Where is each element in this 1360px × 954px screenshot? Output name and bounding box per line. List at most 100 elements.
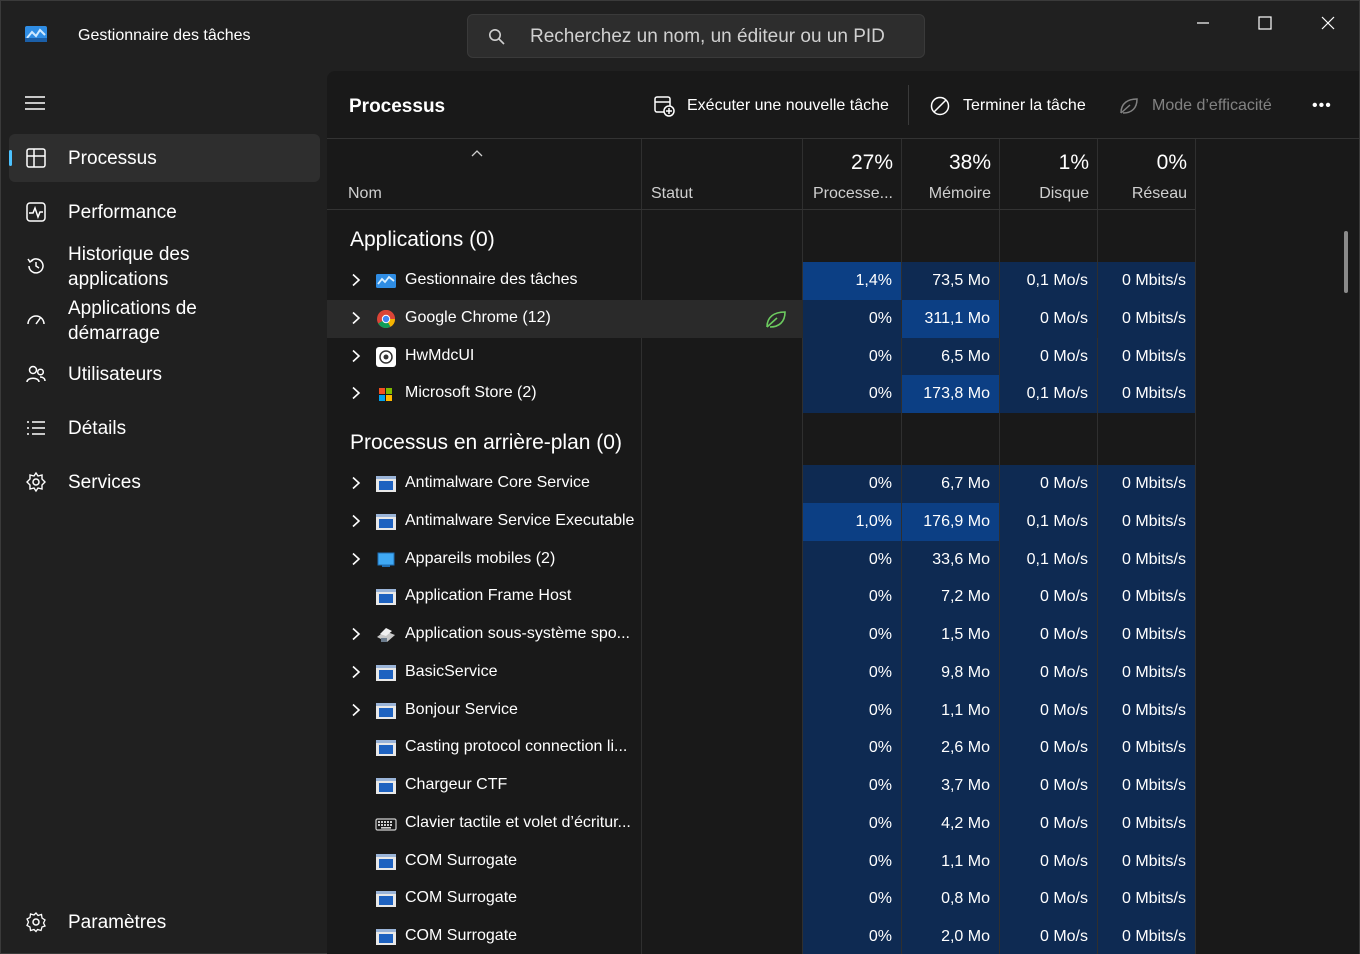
end-task-label: Terminer la tâche xyxy=(963,97,1086,114)
disk-value: 0,1 Mo/s xyxy=(1000,262,1097,300)
process-name: Appareils mobiles (2) xyxy=(405,549,556,567)
process-row[interactable]: COM Surrogate 0% 2,0 Mo 0 Mo/s 0 Mbits/s xyxy=(327,918,1195,954)
minimize-icon xyxy=(1197,22,1209,24)
process-row[interactable]: HwMdcUI 0% 6,5 Mo 0 Mo/s 0 Mbits/s xyxy=(327,337,1195,376)
chevron-right-icon[interactable] xyxy=(349,627,363,641)
process-row[interactable]: Antimalware Service Executable 1,0% 176,9 … xyxy=(327,502,1195,541)
cpu-value: 1,0% xyxy=(803,502,901,541)
hwmdc-icon xyxy=(375,346,397,367)
chevron-right-icon[interactable] xyxy=(349,386,363,400)
service-window-icon xyxy=(375,512,397,532)
sidebar-item-label: Processus xyxy=(68,148,157,169)
more-options-button[interactable]: ••• xyxy=(1312,91,1332,121)
process-row[interactable]: Google Chrome (12) 0% 311,1 Mo 0 Mo/s 0 Mbit… xyxy=(327,299,1195,338)
chevron-right-icon[interactable] xyxy=(349,703,363,717)
process-name: Clavier tactile et volet d’écritur... xyxy=(405,813,631,831)
sidebar-item-historique[interactable]: Historique des applications xyxy=(9,242,320,290)
sidebar-item-services[interactable]: Services xyxy=(9,458,320,506)
task-manager-app-icon xyxy=(25,26,47,42)
network-value: 0 Mbits/s xyxy=(1098,337,1195,376)
sidebar-item-label: Détails xyxy=(68,418,127,439)
hamburger-icon xyxy=(25,96,45,110)
process-row[interactable]: Bonjour Service 0% 1,1 Mo 0 Mo/s 0 Mbits/s xyxy=(327,691,1195,730)
column-header-disk[interactable]: 1% Disque xyxy=(1000,139,1097,210)
process-row[interactable]: Application Frame Host 0% 7,2 Mo 0 Mo/s 0 Mb… xyxy=(327,578,1195,617)
process-row[interactable]: Chargeur CTF 0% 3,7 Mo 0 Mo/s 0 Mbits/s xyxy=(327,767,1195,805)
process-row[interactable]: Casting protocol connection li... 0% 2,6 M… xyxy=(327,729,1195,768)
printer-icon xyxy=(375,625,397,645)
efficiency-mode-button[interactable]: Mode d’efficacité xyxy=(1118,91,1272,121)
network-value: 0 Mbits/s xyxy=(1098,691,1195,730)
sidebar-item-utilisateurs[interactable]: Utilisateurs xyxy=(9,350,320,398)
sidebar-item-performance[interactable]: Performance xyxy=(9,188,320,236)
network-value: 0 Mbits/s xyxy=(1098,880,1195,919)
process-name: COM Surrogate xyxy=(405,927,518,944)
sort-ascending-icon xyxy=(471,150,483,157)
column-header-cpu[interactable]: 27% Processe... xyxy=(803,139,901,210)
sidebar-item-details[interactable]: Détails xyxy=(9,404,320,452)
memory-value: 73,5 Mo xyxy=(902,262,999,300)
cpu-column-label: Processe... xyxy=(812,185,893,202)
memory-value: 4,2 Mo xyxy=(902,804,999,843)
memory-value: 3,7 Mo xyxy=(902,767,999,805)
end-task-button[interactable]: Terminer la tâche xyxy=(929,91,1086,121)
memory-value: 2,0 Mo xyxy=(902,918,999,954)
chevron-right-icon[interactable] xyxy=(349,349,363,363)
memory-value: 2,6 Mo xyxy=(902,729,999,768)
chevron-right-icon[interactable] xyxy=(349,552,363,566)
menu-toggle-button[interactable] xyxy=(15,87,55,119)
service-window-icon xyxy=(375,889,397,909)
sidebar-item-label: Historique des applications xyxy=(68,244,190,290)
memory-value: 0,8 Mo xyxy=(902,880,999,919)
column-header-status[interactable]: Statut xyxy=(642,139,803,210)
service-window-icon xyxy=(375,852,397,872)
close-button[interactable] xyxy=(1297,1,1359,45)
process-row[interactable]: BasicService 0% 9,8 Mo 0 Mo/s 0 Mbits/s xyxy=(327,653,1195,692)
run-new-task-button[interactable]: Exécuter une nouvelle tâche xyxy=(653,91,889,121)
efficiency-mode-label: Mode d’efficacité xyxy=(1152,97,1272,114)
memory-value: 1,5 Mo xyxy=(902,616,999,654)
chevron-right-icon[interactable] xyxy=(349,273,363,287)
process-row[interactable]: Appareils mobiles (2) 0% 33,6 Mo 0,1 Mo/s 0 … xyxy=(327,540,1195,579)
sidebar-item-parametres[interactable]: Paramètres xyxy=(9,898,320,946)
process-row[interactable]: Antimalware Core Service 0% 6,7 Mo 0 Mo/s 0 … xyxy=(327,465,1195,503)
memory-value: 6,7 Mo xyxy=(902,465,999,503)
network-column-label: Réseau xyxy=(1131,185,1187,202)
process-row[interactable]: Application sous-système spo... 0% 1,5 Mo 0… xyxy=(327,616,1195,654)
disk-value: 0 Mo/s xyxy=(1000,578,1097,617)
network-value: 0 Mbits/s xyxy=(1098,375,1195,414)
sidebar-item-demarrage[interactable]: Applications de démarrage xyxy=(9,296,320,344)
section-title: Applications (0) xyxy=(350,228,495,251)
process-row[interactable]: Clavier tactile et volet d’écritur... 0% 4… xyxy=(327,804,1195,843)
process-row[interactable]: COM Surrogate 0% 1,1 Mo 0 Mo/s 0 Mbits/s xyxy=(327,842,1195,881)
disk-value: 0 Mo/s xyxy=(1000,691,1097,730)
chevron-right-icon[interactable] xyxy=(349,311,363,325)
minimize-button[interactable] xyxy=(1172,1,1234,45)
search-box[interactable] xyxy=(467,14,925,58)
search-icon xyxy=(489,29,505,45)
column-header-memory[interactable]: 38% Mémoire xyxy=(902,139,999,210)
sidebar-item-label: Utilisateurs xyxy=(68,364,162,385)
column-header-name[interactable]: Nom xyxy=(327,139,641,210)
vertical-scrollbar[interactable] xyxy=(1344,231,1348,293)
task-manager-window: Gestionnaire des tâches Recherchez un no… xyxy=(0,0,1360,954)
network-value: 0 Mbits/s xyxy=(1098,502,1195,541)
process-row[interactable]: Gestionnaire des tâches 1,4% 73,5 Mo 0,1 Mo… xyxy=(327,262,1195,300)
chevron-right-icon[interactable] xyxy=(349,514,363,528)
disk-column-label: Disque xyxy=(1039,185,1089,202)
run-new-task-label: Exécuter une nouvelle tâche xyxy=(687,97,889,114)
column-header-network[interactable]: 0% Réseau xyxy=(1098,139,1195,210)
sidebar-item-processus[interactable]: Processus xyxy=(9,134,320,182)
chevron-right-icon[interactable] xyxy=(349,665,363,679)
process-row[interactable]: COM Surrogate 0% 0,8 Mo 0 Mo/s 0 Mbits/s xyxy=(327,880,1195,919)
process-row[interactable]: Microsoft Store (2) 0% 173,8 Mo 0,1 Mo/s 0 M… xyxy=(327,375,1195,414)
disk-value: 0,1 Mo/s xyxy=(1000,502,1097,541)
disk-value: 0 Mo/s xyxy=(1000,465,1097,503)
sidebar: Processus Performance Historique des app… xyxy=(1,71,327,954)
memory-value: 7,2 Mo xyxy=(902,578,999,617)
search-input[interactable] xyxy=(530,25,910,49)
network-value: 0 Mbits/s xyxy=(1098,729,1195,768)
cpu-value: 0% xyxy=(803,918,901,954)
maximize-button[interactable] xyxy=(1234,1,1296,45)
chevron-right-icon[interactable] xyxy=(349,476,363,490)
